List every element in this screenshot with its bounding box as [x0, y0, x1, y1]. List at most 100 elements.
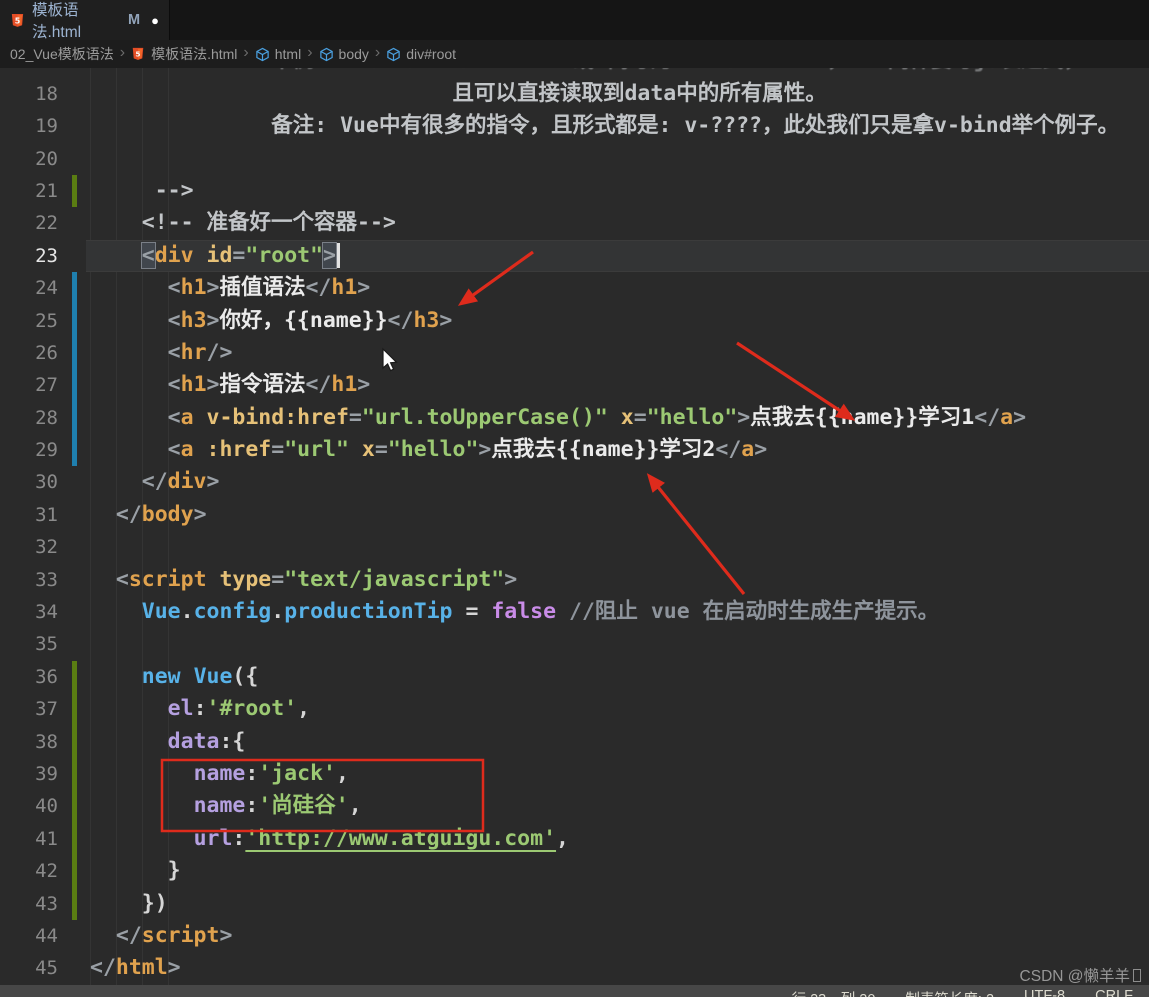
code-line[interactable]: 25 <h3>你好，{{name}}</h3>: [0, 305, 1149, 337]
code-text: new Vue({: [90, 661, 258, 693]
svg-text:5: 5: [135, 49, 140, 58]
code-text: el:'#root',: [90, 693, 310, 725]
code-line[interactable]: 31 </body>: [0, 499, 1149, 531]
status-tab-size[interactable]: 制表符长度: 2: [905, 988, 994, 997]
code-text: 且可以直接读取到data中的所有属性。: [90, 78, 827, 110]
line-number[interactable]: 26: [0, 337, 58, 369]
line-number[interactable]: 24: [0, 272, 58, 304]
git-gutter-indicator[interactable]: [72, 175, 77, 207]
code-line[interactable]: 22 <!-- 准备好一个容器-->: [0, 207, 1149, 239]
line-number[interactable]: 21: [0, 175, 58, 207]
git-gutter-indicator[interactable]: [72, 790, 77, 822]
git-gutter-indicator[interactable]: [72, 855, 77, 887]
code-line[interactable]: 39 name:'jack',: [0, 758, 1149, 790]
tab-dirty-dot-icon[interactable]: ●: [151, 13, 159, 28]
code-line[interactable]: 44 </script>: [0, 920, 1149, 952]
line-number[interactable]: 30: [0, 466, 58, 498]
line-number[interactable]: 35: [0, 628, 58, 660]
git-gutter-indicator[interactable]: [72, 888, 77, 920]
code-line[interactable]: 42 }: [0, 855, 1149, 887]
code-line[interactable]: 36 new Vue({: [0, 661, 1149, 693]
line-number[interactable]: 19: [0, 110, 58, 142]
code-text: </div>: [90, 466, 219, 498]
git-gutter-indicator[interactable]: [72, 758, 77, 790]
breadcrumb-node-div-root[interactable]: div#root: [386, 46, 456, 62]
code-text: <h1>插值语法</h1>: [90, 272, 370, 304]
line-number[interactable]: 27: [0, 369, 58, 401]
code-text: <a :href="url" x="hello">点我去{{name}}学习2<…: [90, 434, 767, 466]
breadcrumb-node-html[interactable]: html: [255, 46, 301, 62]
code-line[interactable]: 38 data:{: [0, 726, 1149, 758]
breadcrumb-node-body[interactable]: body: [319, 46, 369, 62]
breadcrumb-folder[interactable]: 02_Vue模板语法: [10, 44, 114, 64]
git-gutter-indicator[interactable]: [72, 305, 77, 337]
status-encoding[interactable]: UTF-8: [1024, 988, 1065, 997]
line-number[interactable]: 33: [0, 564, 58, 596]
code-line[interactable]: 23 <div id="root">: [0, 240, 1149, 272]
line-number[interactable]: 43: [0, 888, 58, 920]
code-line[interactable]: 27 <h1>指令语法</h1>: [0, 369, 1149, 401]
code-line[interactable]: 34 Vue.config.productionTip = false //阻止…: [0, 596, 1149, 628]
code-line[interactable]: 32: [0, 531, 1149, 563]
code-editor[interactable]: 17 举例: v-bind:href="xxx" 或 简写为 :href="xx…: [0, 40, 1149, 985]
symbol-cube-icon: [386, 47, 401, 62]
line-number[interactable]: 22: [0, 207, 58, 239]
code-line[interactable]: 21 -->: [0, 175, 1149, 207]
line-number[interactable]: 23: [0, 240, 58, 272]
git-gutter-indicator[interactable]: [72, 823, 77, 855]
code-line[interactable]: 18 且可以直接读取到data中的所有属性。: [0, 78, 1149, 110]
chevron-right-icon: ›: [120, 45, 125, 61]
line-number[interactable]: 40: [0, 790, 58, 822]
tab-template-syntax[interactable]: 5 模板语法.html M ●: [0, 0, 170, 40]
status-eol[interactable]: CRLF: [1095, 988, 1133, 997]
code-text: Vue.config.productionTip = false //阻止 vu…: [90, 596, 939, 628]
line-number[interactable]: 18: [0, 78, 58, 110]
symbol-cube-icon: [255, 47, 270, 62]
code-line[interactable]: 24 <h1>插值语法</h1>: [0, 272, 1149, 304]
line-number[interactable]: 38: [0, 726, 58, 758]
git-gutter-indicator[interactable]: [72, 661, 77, 693]
code-text: </script>: [90, 920, 232, 952]
code-line[interactable]: 37 el:'#root',: [0, 693, 1149, 725]
line-number[interactable]: 34: [0, 596, 58, 628]
code-line[interactable]: 26 <hr/>: [0, 337, 1149, 369]
code-line[interactable]: 35: [0, 628, 1149, 660]
code-line[interactable]: 20: [0, 143, 1149, 175]
line-number[interactable]: 42: [0, 855, 58, 887]
code-text: <a v-bind:href="url.toUpperCase()" x="he…: [90, 402, 1026, 434]
git-gutter-indicator[interactable]: [72, 402, 77, 434]
line-number[interactable]: 31: [0, 499, 58, 531]
breadcrumb-file[interactable]: 5 模板语法.html: [131, 44, 237, 64]
line-number[interactable]: 36: [0, 661, 58, 693]
line-number[interactable]: 44: [0, 920, 58, 952]
editor-tab-bar: 5 模板语法.html M ●: [0, 0, 1149, 40]
git-gutter-indicator[interactable]: [72, 693, 77, 725]
code-line[interactable]: 19 备注: Vue中有很多的指令，且形式都是: v-????，此处我们只是拿v…: [0, 110, 1149, 142]
status-cursor-position[interactable]: 行 23，列 20: [792, 988, 876, 997]
line-number[interactable]: 25: [0, 305, 58, 337]
code-line[interactable]: 41 url:'http://www.atguigu.com',: [0, 823, 1149, 855]
code-line[interactable]: 28 <a v-bind:href="url.toUpperCase()" x=…: [0, 402, 1149, 434]
git-gutter-indicator[interactable]: [72, 434, 77, 466]
code-line[interactable]: 43 }): [0, 888, 1149, 920]
html5-icon: 5: [131, 47, 146, 62]
line-number[interactable]: 39: [0, 758, 58, 790]
line-number[interactable]: 20: [0, 143, 58, 175]
line-number[interactable]: 29: [0, 434, 58, 466]
line-number[interactable]: 45: [0, 952, 58, 984]
git-gutter-indicator[interactable]: [72, 369, 77, 401]
line-number[interactable]: 41: [0, 823, 58, 855]
code-text: name:'尚硅谷',: [90, 790, 362, 822]
code-line[interactable]: 30 </div>: [0, 466, 1149, 498]
git-gutter-indicator[interactable]: [72, 337, 77, 369]
line-number[interactable]: 32: [0, 531, 58, 563]
git-gutter-indicator[interactable]: [72, 272, 77, 304]
code-line[interactable]: 40 name:'尚硅谷',: [0, 790, 1149, 822]
missing-glyph-box: [1133, 969, 1141, 982]
code-line[interactable]: 33 <script type="text/javascript">: [0, 564, 1149, 596]
line-number[interactable]: 28: [0, 402, 58, 434]
code-line[interactable]: 45</html>: [0, 952, 1149, 984]
git-gutter-indicator[interactable]: [72, 726, 77, 758]
code-line[interactable]: 29 <a :href="url" x="hello">点我去{{name}}学…: [0, 434, 1149, 466]
line-number[interactable]: 37: [0, 693, 58, 725]
